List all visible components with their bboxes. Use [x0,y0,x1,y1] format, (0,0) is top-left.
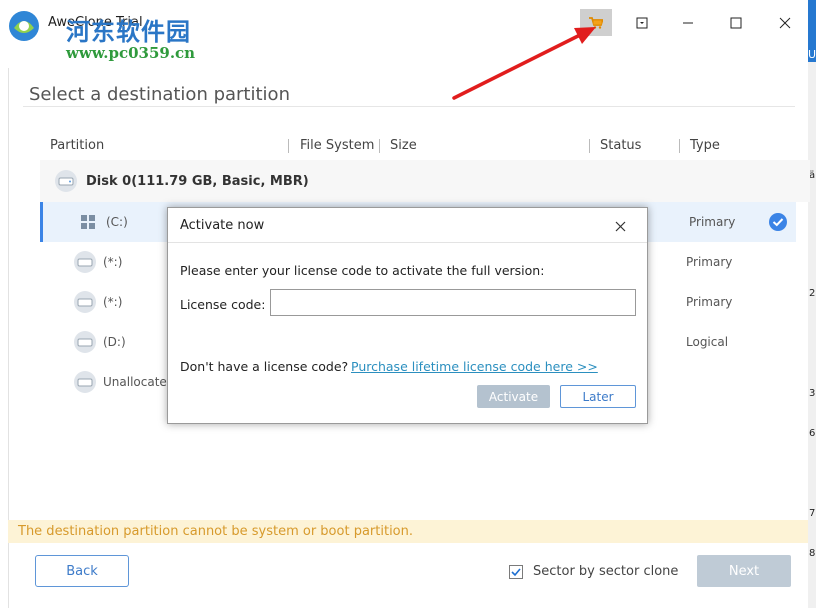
background-glyph: 2 [809,288,816,299]
heading-divider [23,106,795,107]
background-glyph: 6 [809,428,816,439]
page-title: Select a destination partition [29,84,290,105]
column-header-partition[interactable]: Partition [50,138,104,153]
watermark-text: 河东软件园 [66,17,191,46]
background-glyph: U [808,48,816,61]
activate-dialog: Activate now Please enter your license c… [167,207,648,424]
partition-type: Primary [686,255,733,269]
disk-icon [55,170,77,192]
partition-name: (*:) [103,295,123,309]
column-header-type[interactable]: Type [690,138,720,153]
watermark-url: www.pc0359.cn [66,44,196,62]
background-window-strip: U [808,0,816,62]
column-header-file-system[interactable]: File System [300,138,374,153]
minimize-button[interactable] [668,9,708,36]
partition-drive-icon [74,291,96,313]
window-options-icon [636,17,648,28]
background-glyph: 8 [809,548,816,559]
close-icon [779,17,791,28]
license-code-input[interactable] [270,289,636,316]
later-button[interactable]: Later [560,385,636,408]
partition-type: Logical [686,335,729,349]
disk-row[interactable]: Disk 0(111.79 GB, Basic, MBR) [40,160,810,202]
activate-button[interactable]: Activate [477,385,550,408]
sector-clone-checkbox[interactable] [509,565,523,579]
partition-name: (C:) [106,215,128,229]
partition-drive-icon [74,251,96,273]
maximize-button[interactable] [716,9,756,36]
warning-text: The destination partition cannot be syst… [18,524,414,539]
license-code-label: License code: [180,297,266,312]
partition-name: Unallocated [103,375,175,389]
background-glyph: 7 [809,508,816,519]
back-button[interactable]: Back [35,555,129,587]
background-window-edge: ä 2 3 6 7 8 [808,62,816,608]
maximize-icon [730,17,742,28]
disk-label: Disk 0(111.79 GB, Basic, MBR) [86,174,309,189]
partition-type: Primary [686,295,733,309]
partition-type: Primary [689,215,736,229]
minimize-icon [683,22,693,23]
dialog-divider [168,242,647,243]
column-divider [288,139,289,153]
windows-partition-icon [81,215,95,229]
partition-name: (D:) [103,335,126,349]
background-glyph: 3 [809,388,816,399]
next-button[interactable]: Next [697,555,791,587]
close-icon [615,221,625,231]
window-options-button[interactable] [622,9,662,36]
column-divider [379,139,380,153]
dialog-close-button[interactable] [608,216,632,236]
red-arrow-annotation [452,27,596,100]
dialog-title: Activate now [180,218,265,233]
column-header-size[interactable]: Size [390,138,417,153]
no-license-text: Don't have a license code? [180,359,349,374]
warning-bar: The destination partition cannot be syst… [8,520,808,543]
app-window: AweClone Trial 河东软件园 www.pc0359.cn U ä 2… [0,0,816,608]
app-logo-icon [9,11,39,41]
purchase-license-link[interactable]: Purchase lifetime license code here >> [351,359,598,374]
partition-name: (*:) [103,255,123,269]
license-prompt: Please enter your license code to activa… [180,263,545,278]
partition-drive-icon [74,331,96,353]
checkmark-icon [511,568,521,577]
selected-check-icon [769,213,787,231]
column-divider [679,139,680,153]
sector-clone-label[interactable]: Sector by sector clone [533,564,678,579]
partition-drive-icon [74,371,96,393]
column-header-status[interactable]: Status [600,138,641,153]
title-bar: AweClone Trial 河东软件园 www.pc0359.cn [0,0,808,62]
close-window-button[interactable] [765,9,805,36]
column-divider [589,139,590,153]
